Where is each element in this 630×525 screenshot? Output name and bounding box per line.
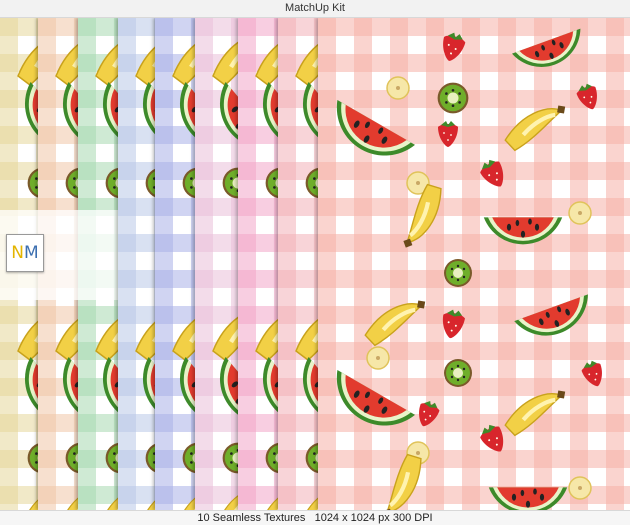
banana-slice-icon	[568, 201, 592, 225]
gingham-pattern	[318, 18, 630, 510]
texture-preview-window: MatchUp Kit NM 10 Seamless Textures 1024…	[0, 0, 630, 525]
banana-slice-icon	[568, 476, 592, 500]
kiwi-icon	[437, 82, 469, 114]
texture-specs-caption: 10 Seamless Textures 1024 x 1024 px 300 …	[0, 510, 630, 525]
window-title: MatchUp Kit	[0, 0, 630, 18]
kiwi-icon	[444, 259, 472, 287]
banana-slice-icon	[366, 346, 390, 370]
kiwi-icon	[444, 359, 472, 387]
texture-paper	[318, 18, 630, 510]
banana-slice-icon	[386, 76, 410, 100]
